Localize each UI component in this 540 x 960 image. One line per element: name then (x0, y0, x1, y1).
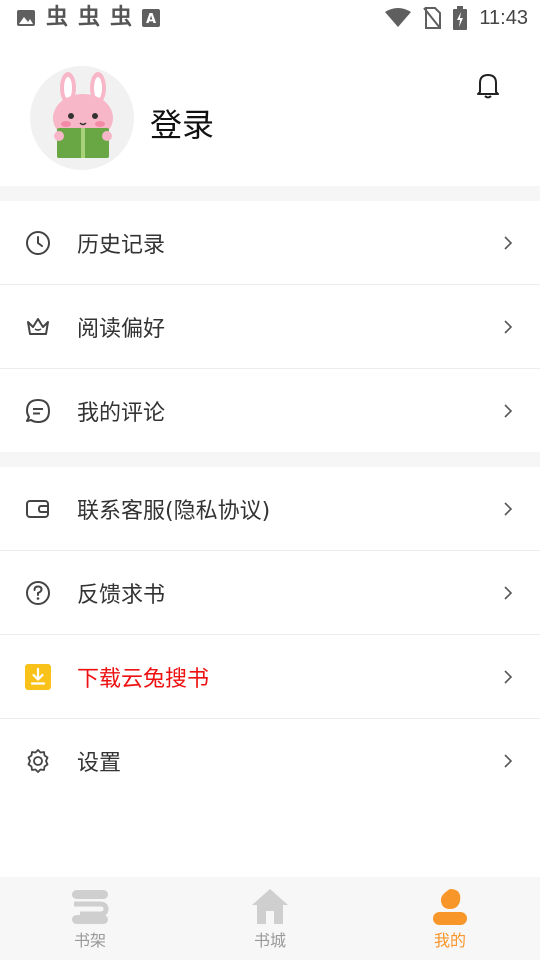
chevron-right-icon (504, 585, 513, 600)
chevron-right-icon (504, 319, 513, 334)
clock-time: 11:43 (479, 6, 528, 29)
bookshelf-icon (72, 890, 109, 924)
menu-item-reading-preference[interactable]: 阅读偏好 (0, 285, 540, 369)
status-right: 11:43 (385, 6, 528, 30)
menu-item-label: 下载云兔搜书 (77, 666, 210, 692)
wallet-icon (24, 495, 52, 523)
bug-icon: 虫 (110, 5, 133, 30)
menu-item-my-comments[interactable]: 我的评论 (0, 369, 540, 453)
chevron-right-icon (504, 669, 513, 684)
tab-bookstore[interactable]: 书城 (180, 877, 360, 960)
clock-icon (24, 229, 52, 257)
section-divider (0, 186, 540, 201)
bug-icon: 虫 (46, 5, 69, 30)
comment-icon (24, 397, 52, 425)
tab-mine[interactable]: 我的 (360, 877, 540, 960)
tab-label: 书架 (73, 931, 106, 950)
section-divider (0, 452, 540, 467)
menu-item-label: 我的评论 (77, 401, 166, 426)
menu-item-feedback[interactable]: 反馈求书 (0, 551, 540, 635)
profile-icon (433, 889, 467, 925)
settings-icon (24, 747, 52, 775)
status-bar: 虫 虫 虫 A 11:43 (0, 0, 540, 36)
menu-item-label: 联系客服(隐私协议) (77, 498, 271, 524)
svg-text:A: A (146, 12, 156, 27)
bell-icon[interactable] (476, 72, 500, 100)
image-icon (17, 10, 35, 26)
login-button[interactable]: 登录 (150, 100, 214, 146)
menu-item-label: 历史记录 (77, 232, 166, 258)
menu-item-history[interactable]: 历史记录 (0, 201, 540, 285)
profile-header: 登录 (0, 36, 540, 186)
no-sim-icon (423, 7, 442, 29)
bottom-navigation: 书架 书城 我的 (0, 877, 540, 960)
battery-charging-icon (453, 6, 468, 30)
home-icon (252, 889, 288, 924)
rabbit-reading-icon (53, 72, 113, 158)
menu-item-customer-service[interactable]: 联系客服(隐私协议) (0, 467, 540, 551)
chevron-right-icon (504, 235, 513, 250)
status-left: 虫 虫 虫 A (16, 5, 161, 30)
tab-label: 书城 (253, 931, 286, 950)
avatar[interactable] (30, 66, 134, 170)
menu-item-label: 阅读偏好 (77, 316, 166, 342)
menu-item-label: 设置 (77, 751, 122, 776)
download-icon (24, 663, 52, 691)
help-icon (24, 579, 52, 607)
wifi-icon (385, 8, 412, 27)
tab-bookshelf[interactable]: 书架 (0, 877, 180, 960)
menu-item-label: 反馈求书 (77, 582, 166, 608)
menu-item-settings[interactable]: 设置 (0, 719, 540, 803)
crown-icon (24, 313, 52, 341)
chevron-right-icon (504, 501, 513, 516)
a-icon: A (142, 9, 161, 27)
menu-item-download-app[interactable]: 下载云兔搜书 (0, 635, 540, 719)
bug-icon: 虫 (78, 5, 101, 30)
chevron-right-icon (504, 754, 513, 768)
tab-label: 我的 (433, 931, 466, 950)
chevron-right-icon (504, 404, 513, 418)
